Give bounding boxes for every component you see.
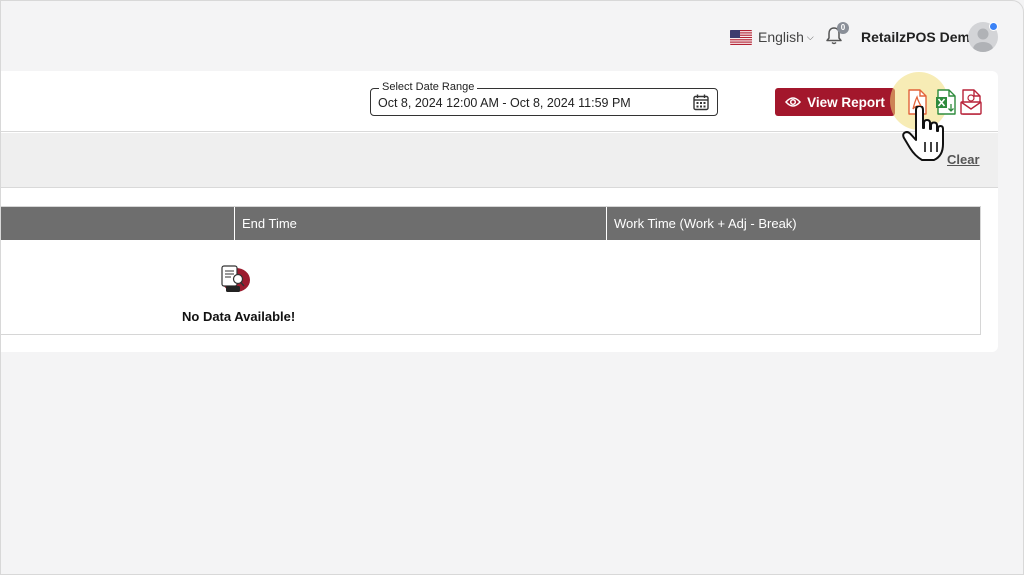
date-range-picker[interactable]: Select Date Range Oct 8, 2024 12:00 AM -…	[370, 81, 718, 116]
report-card: Select Date Range Oct 8, 2024 12:00 AM -…	[0, 71, 998, 352]
user-name[interactable]: RetailzPOS Demo	[861, 29, 978, 45]
filter-bar	[0, 133, 998, 188]
table-header: End Time Work Time (Work + Adj - Break)	[0, 207, 980, 240]
view-report-button[interactable]: View Report	[775, 88, 895, 116]
online-status-dot	[989, 22, 998, 31]
column-header-work-time[interactable]: Work Time (Work + Adj - Break)	[606, 207, 980, 240]
chevron-down-icon: ⌵	[806, 31, 814, 42]
calendar-icon[interactable]	[693, 94, 709, 111]
report-toolbar: Select Date Range Oct 8, 2024 12:00 AM -…	[0, 71, 998, 132]
us-flag-icon	[730, 29, 752, 45]
date-range-label: Select Date Range	[379, 81, 478, 93]
top-bar: English ⌵ 0 RetailzPOS Demo	[0, 0, 1024, 70]
clear-filters-link[interactable]: Clear	[947, 152, 980, 167]
view-report-label: View Report	[807, 94, 885, 110]
notification-bell[interactable]: 0	[825, 22, 849, 48]
hand-pointer-cursor-icon	[902, 106, 944, 161]
language-label: English	[758, 29, 804, 45]
no-data-icon	[221, 265, 250, 292]
email-export-icon[interactable]	[960, 89, 982, 115]
report-table: End Time Work Time (Work + Adj - Break) …	[0, 206, 981, 335]
date-range-value: Oct 8, 2024 12:00 AM - Oct 8, 2024 11:59…	[378, 96, 631, 110]
column-header-end-time[interactable]: End Time	[234, 207, 606, 240]
eye-icon	[785, 97, 802, 107]
language-selector[interactable]: English ⌵	[730, 27, 814, 47]
notification-badge: 0	[837, 22, 849, 34]
empty-state-message: No Data Available!	[182, 309, 296, 324]
